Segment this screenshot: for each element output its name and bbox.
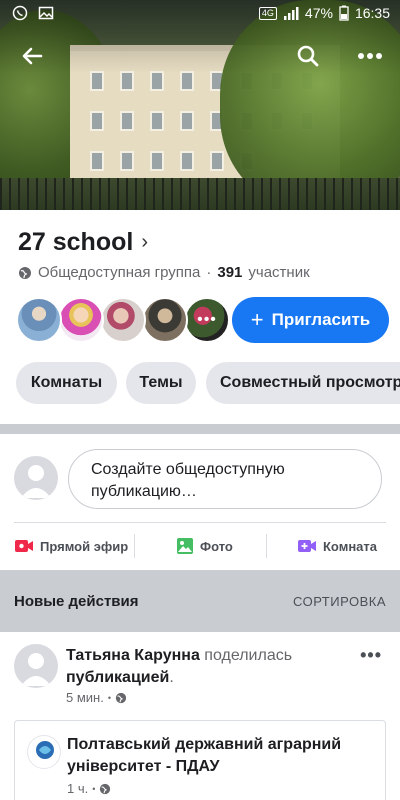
section-divider [0, 424, 400, 434]
default-avatar-icon [21, 653, 51, 686]
sort-button[interactable]: СОРТИРОВКА [293, 594, 386, 609]
meta-separator: · [206, 264, 212, 281]
post-object[interactable]: публикацией [66, 669, 169, 686]
clock: 16:35 [354, 5, 390, 21]
more-options-button[interactable] [354, 40, 386, 72]
shared-time-dot: • [92, 783, 96, 794]
composer-input[interactable]: Создайте общедоступную публикацию… [68, 449, 382, 509]
post-header: Татьяна Карунна поделилась публикацией. [66, 645, 356, 689]
photo-icon [177, 538, 193, 554]
shared-time-text: 1 ч. [67, 781, 89, 796]
tab-rooms[interactable]: Комнаты [16, 362, 117, 404]
globe-icon [19, 266, 31, 279]
globe-icon [115, 692, 127, 703]
tab-watch-party[interactable]: Совместный просмотр [206, 362, 400, 404]
members-count: 391 [217, 264, 243, 281]
university-logo[interactable] [27, 735, 61, 769]
post-author-avatar[interactable] [14, 644, 58, 688]
feed-title: Новые действия [14, 593, 139, 610]
member-avatar[interactable] [16, 297, 62, 343]
signal-icon [283, 7, 299, 20]
post-time-text: 5 мин. [66, 690, 104, 705]
post-time-dot: • [107, 692, 111, 703]
live-video-button[interactable]: Прямой эфир [14, 532, 128, 560]
members-label: участник [248, 264, 310, 281]
group-name-text: 27 school [18, 228, 134, 256]
member-avatar[interactable] [142, 297, 188, 343]
member-avatar[interactable] [100, 297, 146, 343]
post-period: . [169, 669, 174, 686]
default-avatar-icon [21, 465, 51, 498]
shared-timestamp[interactable]: 1 ч. • [67, 781, 111, 796]
back-button[interactable] [16, 40, 48, 72]
room-button[interactable]: Комната [297, 532, 377, 560]
photo-button[interactable]: Фото [176, 532, 233, 560]
group-cover-photo[interactable] [0, 0, 400, 210]
group-meta: Общедоступная группа · 391 участник [18, 264, 310, 281]
feed-header: Новые действия СОРТИРОВКА [0, 570, 400, 632]
post-action: поделилась [204, 647, 293, 664]
plus-icon: + [250, 307, 264, 332]
divider [14, 522, 386, 523]
post-more-button[interactable]: ••• [360, 645, 382, 666]
chevron-right-icon: › [141, 231, 148, 253]
group-name[interactable]: 27 school › [18, 228, 148, 257]
globe-icon [100, 783, 111, 794]
top-navigation [0, 40, 400, 72]
room-video-icon [298, 540, 316, 552]
invite-button[interactable]: + Пригласить [232, 297, 389, 343]
tab-topics[interactable]: Темы [126, 362, 196, 404]
live-video-icon [15, 540, 33, 552]
post-author[interactable]: Татьяна Карунна [66, 647, 200, 664]
more-icon [358, 53, 382, 59]
user-avatar[interactable] [14, 456, 58, 500]
network-label: 4G [258, 6, 277, 20]
search-button[interactable] [292, 40, 324, 72]
member-avatar[interactable] [58, 297, 104, 343]
invite-label: Пригласить [271, 310, 371, 329]
shared-page-name[interactable]: Полтавський державний аграрний університ… [67, 734, 377, 778]
university-logo-icon [36, 741, 54, 759]
battery-icon [339, 5, 349, 21]
viber-icon [12, 5, 28, 21]
back-arrow-icon [22, 47, 43, 65]
room-label: Комната [323, 538, 377, 554]
more-members-label: ••• [197, 311, 217, 328]
shared-post-card[interactable]: Полтавський державний аграрний університ… [14, 720, 386, 800]
photo-label: Фото [200, 538, 233, 554]
search-icon [297, 45, 319, 67]
group-privacy: Общедоступная группа [38, 264, 201, 281]
composer-actions: Прямой эфир Фото Комната [0, 532, 400, 560]
post-timestamp[interactable]: 5 мин. • [66, 690, 127, 705]
more-members-avatar[interactable]: ••• [184, 297, 230, 343]
status-bar: 4G 47% 16:35 [0, 0, 400, 28]
battery-percent: 47% [304, 5, 333, 21]
gallery-icon [38, 6, 54, 20]
live-video-label: Прямой эфир [40, 538, 129, 554]
